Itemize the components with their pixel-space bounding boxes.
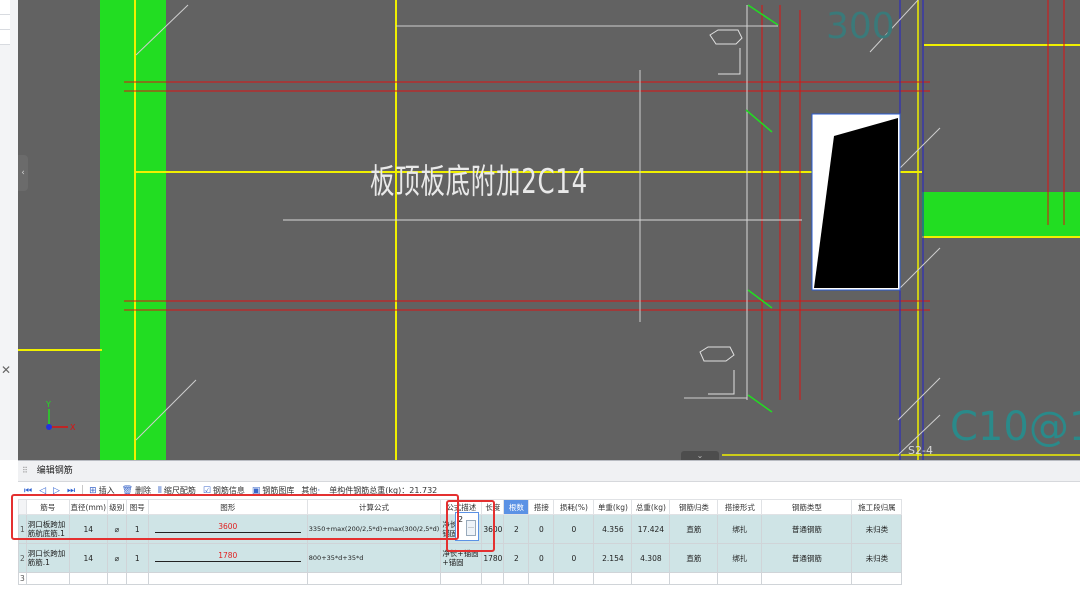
cell-shape[interactable]: 1780 [147,543,308,573]
col-header[interactable]: 单重(kg) [593,499,633,515]
cell-unit-weight[interactable]: 4.356 [593,514,633,544]
collapse-panel-handle[interactable]: ‹ [18,155,28,191]
cell-lap-type[interactable]: 绑扎 [717,543,763,573]
axis-y-label: Y [45,400,51,409]
canvas-scroll-handle[interactable]: ⌄ [681,451,719,460]
cell-name[interactable]: 洞口长跨加筋筋.1 [25,543,70,573]
col-header[interactable]: 钢筋归类 [669,499,719,515]
row-index: 2 [18,543,27,573]
panel-title: 编辑钢筋 [36,466,73,476]
left-side-strip: ✕ [0,0,19,460]
green-wall-right [922,192,1080,236]
cell-rebar-type[interactable]: 普通钢筋 [761,543,853,573]
coordinate-label: S2-4 [908,444,933,457]
cad-drawing-canvas[interactable]: Y X 300 C10@10 板顶板底附加2C14 S2-4 ⌄ [18,0,1080,460]
strip-row [0,30,10,45]
cell-fig[interactable]: 1 [125,543,149,573]
grip-icon[interactable]: ⠿ [22,466,28,475]
cell-loss[interactable]: 0 [553,543,595,573]
cell-unit-weight[interactable]: 2.154 [593,543,633,573]
panel-header: ⠿ 编辑钢筋 [18,461,1080,482]
close-icon[interactable]: ✕ [1,363,11,377]
cell-loss[interactable]: 0 [553,514,595,544]
cell-segment[interactable]: 未归类 [851,543,903,573]
cell-total-weight[interactable]: 4.308 [631,543,671,573]
cad-drawing: Y X 300 C10@10 [18,0,1080,460]
cell-segment[interactable]: 未归类 [851,514,903,544]
corner-text-top: 300 [826,6,895,47]
col-header[interactable]: 搭接 [528,499,555,515]
row-index: 3 [18,572,27,585]
table-row-empty[interactable]: 3 [18,572,903,585]
cell-count[interactable]: 2 [503,543,530,573]
shape-line [154,561,301,562]
col-header[interactable]: 搭接形式 [717,499,763,515]
strip-row [0,0,10,15]
col-header[interactable]: 施工段归属 [851,499,903,515]
col-header[interactable]: 钢筋类型 [761,499,853,515]
cell-count[interactable]: 2 [503,514,530,544]
cell-lap-type[interactable]: 绑扎 [717,514,763,544]
cell-grade[interactable]: ⌀ [106,543,127,573]
corner-text-bottom: C10@10 [950,404,1080,450]
cell-category[interactable]: 直筋 [669,543,719,573]
cell-category[interactable]: 直筋 [669,514,719,544]
cell-lap[interactable]: 0 [528,543,555,573]
highlight-count-box [446,500,495,552]
col-header-selected[interactable]: 根数 [503,499,530,515]
shape-length: 1780 [218,550,238,560]
cell-diameter[interactable]: 14 [68,543,108,573]
cell-formula[interactable]: 800+35*d+35*d [306,543,442,573]
cell-rebar-type[interactable]: 普通钢筋 [761,514,853,544]
strip-row [0,15,10,30]
highlight-rows-box [11,494,459,540]
col-header[interactable]: 总重(kg) [631,499,671,515]
col-header[interactable]: 损耗(%) [553,499,595,515]
cell-total-weight[interactable]: 17.424 [631,514,671,544]
rebar-annotation-label: 板顶板底附加2C14 [370,162,588,202]
green-wall-left [100,0,166,460]
axis-x-label: X [70,423,76,432]
cell-lap[interactable]: 0 [528,514,555,544]
